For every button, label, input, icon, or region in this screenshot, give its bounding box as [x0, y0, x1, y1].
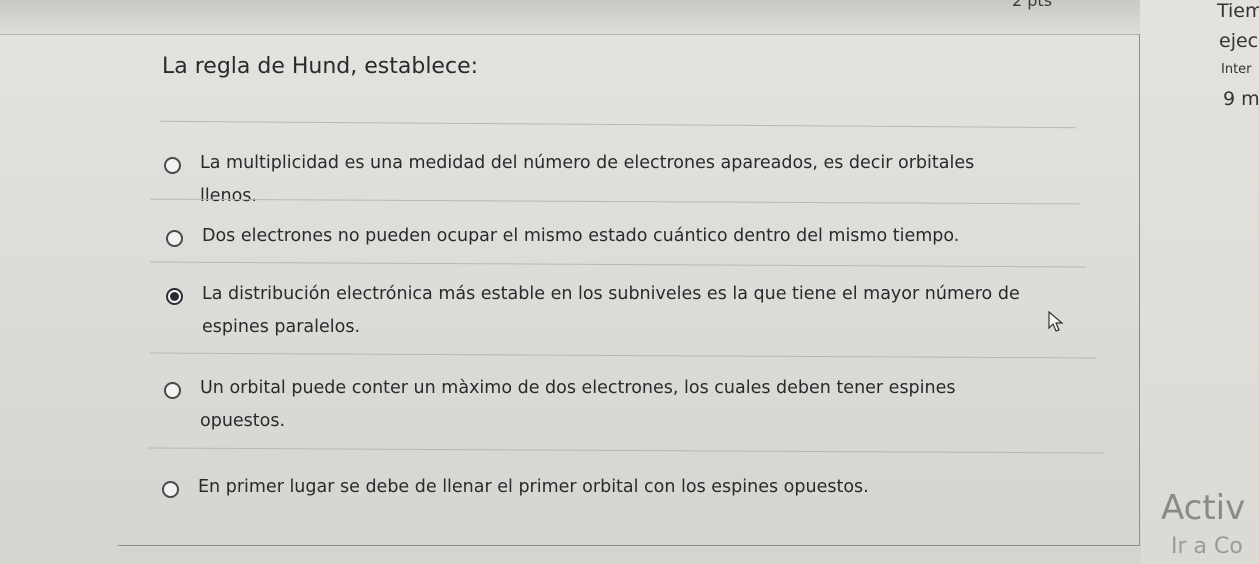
option-3[interactable]: La distribución electrónica más estable … — [166, 284, 1020, 344]
option-1[interactable]: La multiplicidad es una medidad del núme… — [164, 153, 974, 213]
timer-sub-label: ejec — [1219, 30, 1259, 52]
internet-label: Inter — [1221, 62, 1252, 77]
option-3-text: La distribución electrónica más estable … — [202, 284, 1020, 337]
radio-unselected-icon[interactable] — [166, 230, 183, 247]
question-title: La regla de Hund, establece: — [162, 54, 479, 79]
option-4[interactable]: Un orbital puede conter un màximo de dos… — [164, 378, 956, 438]
activate-windows-subtitle: Ir a Co — [1171, 534, 1243, 559]
radio-unselected-icon[interactable] — [164, 382, 181, 399]
activate-windows-title: Activ — [1161, 488, 1246, 528]
top-strip: 2 pts — [0, 0, 1140, 35]
timer-label: Tiem — [1217, 0, 1259, 22]
option-2-text: Dos electrones no pueden ocupar el mismo… — [202, 226, 960, 246]
option-5[interactable]: En primer lugar se debe de llenar el pri… — [162, 477, 869, 504]
radio-unselected-icon[interactable] — [162, 481, 179, 498]
points-label: 2 pts — [1012, 0, 1053, 10]
option-5-text: En primer lugar se debe de llenar el pri… — [198, 477, 869, 497]
radio-selected-icon[interactable] — [166, 288, 183, 305]
time-remaining: 9 m — [1223, 88, 1259, 110]
option-2[interactable]: Dos electrones no pueden ocupar el mismo… — [166, 226, 959, 253]
mouse-pointer-icon — [1048, 311, 1064, 332]
radio-unselected-icon[interactable] — [164, 157, 181, 174]
screen: 2 pts La regla de Hund, establece: La mu… — [0, 0, 1259, 564]
option-4-text: Un orbital puede conter un màximo de dos… — [200, 378, 956, 431]
right-panel: Tiem ejec Inter 9 m Activ Ir a Co — [1141, 0, 1259, 564]
